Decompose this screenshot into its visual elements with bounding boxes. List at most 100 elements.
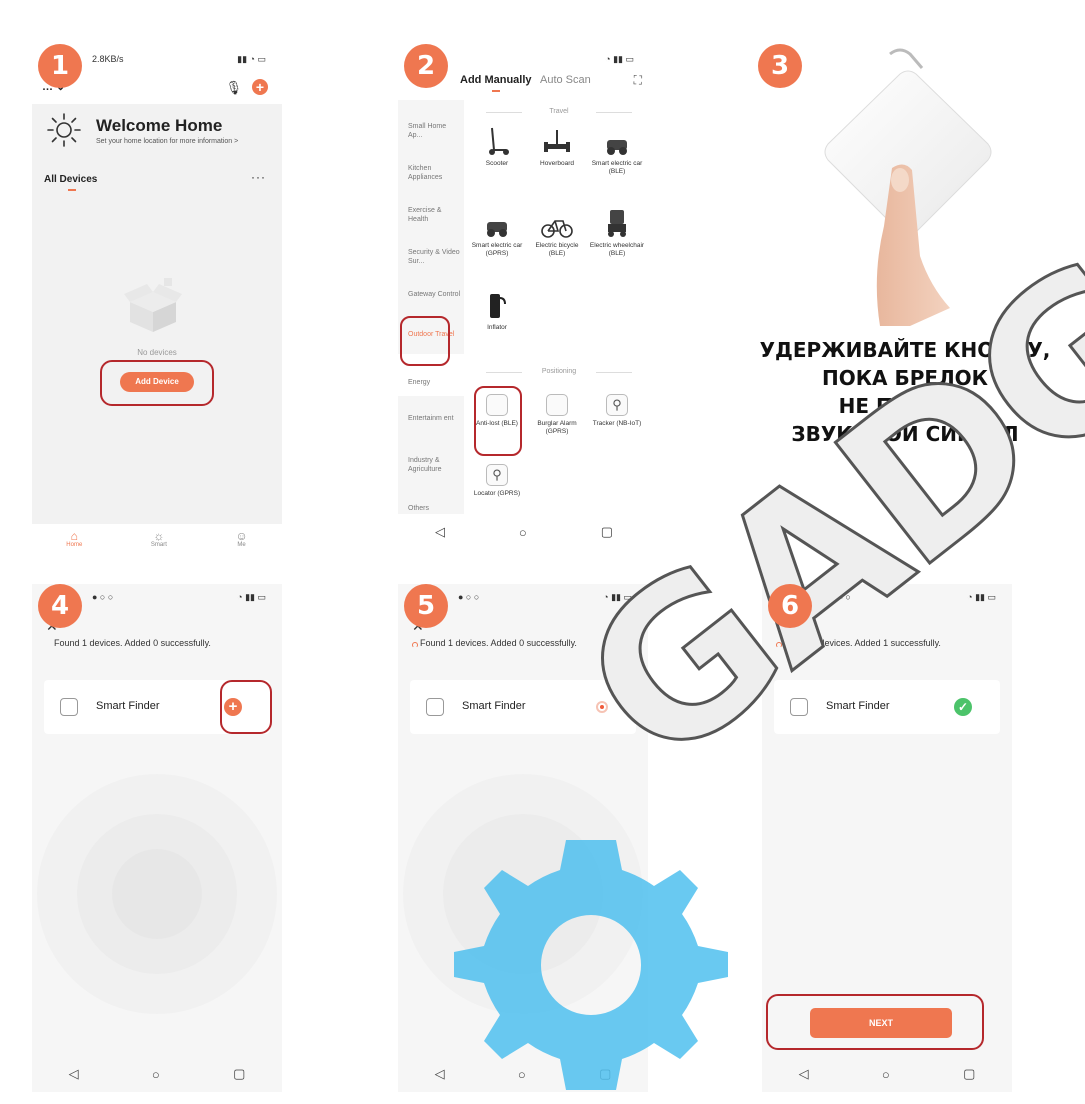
- device-electric-bicycle[interactable]: Electric bicycle (BLE): [528, 204, 586, 257]
- tab-auto-scan[interactable]: Auto Scan: [540, 74, 591, 86]
- tag-icon: [546, 394, 568, 416]
- bicycle-icon: [541, 220, 573, 238]
- tracker-device-image: [824, 48, 992, 326]
- category-item[interactable]: Security & Video Sur...: [408, 248, 462, 266]
- category-item[interactable]: Energy: [408, 378, 462, 387]
- home-nav-icon[interactable]: ○: [519, 525, 527, 540]
- scan-status-text: Found 1 devices. Added 1 successfully.: [784, 638, 941, 648]
- device-name: Smart Finder: [462, 700, 526, 712]
- pending-icon: [596, 701, 608, 713]
- screen-device-added: ● ○ ≈ ○ ◔ ▮▮ ▭ Found 1 devices. Added 1 s…: [762, 584, 1012, 1092]
- back-icon[interactable]: ◁: [799, 1066, 809, 1082]
- back-icon[interactable]: ◁: [69, 1066, 79, 1082]
- screen-home: 2.8KB/s ▮▮ ◔ ▭ … ⌄ 🎙 + Welcome Home Set …: [32, 46, 282, 554]
- system-nav-bar: ◁ ○ ▢: [32, 1056, 282, 1092]
- category-sidebar: Small Home Ap... Kitchen Appliances Exer…: [398, 100, 464, 514]
- loading-spinner-icon: [776, 642, 782, 648]
- device-tracker[interactable]: ⚲ Tracker (NB-IoT): [588, 382, 646, 428]
- tag-icon: [426, 698, 444, 716]
- device-hoverboard[interactable]: Hoverboard: [528, 122, 586, 168]
- category-item[interactable]: Industry & Agriculture: [408, 456, 462, 474]
- signal-icon: ◔ ▮▮ ▭: [237, 591, 266, 602]
- category-item[interactable]: Exercise & Health: [408, 206, 462, 224]
- car-icon: [607, 140, 627, 155]
- sun-icon: [47, 113, 81, 147]
- scooter-icon: [489, 127, 509, 155]
- sun-icon: ☼: [153, 529, 165, 543]
- scan-ripple: [112, 849, 202, 939]
- category-item[interactable]: Small Home Ap...: [408, 122, 462, 140]
- tab-me[interactable]: ☺ Me: [235, 530, 247, 548]
- category-item[interactable]: Gateway Control: [408, 290, 462, 299]
- gear-watermark-icon: [454, 840, 728, 1090]
- home-nav-icon[interactable]: ○: [882, 1067, 890, 1082]
- signal-icon: ◔ ▮▮ ▭: [603, 591, 632, 602]
- device-electric-wheelchair[interactable]: Electric wheelchair (BLE): [588, 204, 646, 257]
- network-speed: 2.8KB/s: [92, 54, 124, 64]
- step-badge: 3: [758, 44, 802, 88]
- recents-icon[interactable]: ▢: [963, 1066, 975, 1082]
- category-item[interactable]: Others: [408, 504, 462, 513]
- inflator-icon: [490, 294, 506, 318]
- tag-icon: [60, 698, 78, 716]
- screen-found-device: ● ○ ○◔ ▮▮ ▭ ✕ Found 1 devices. Added 0 s…: [32, 584, 282, 1092]
- device-burglar-alarm[interactable]: Burglar Alarm (GPRS): [528, 382, 586, 435]
- category-item[interactable]: Entertainm ent: [408, 414, 462, 423]
- device-inflator[interactable]: Inflator: [468, 286, 526, 332]
- device-smart-electric-car-ble[interactable]: Smart electric car (BLE): [588, 122, 646, 175]
- highlight-frame: [220, 680, 272, 734]
- empty-state-text: No devices: [137, 348, 177, 357]
- car-icon: [487, 222, 507, 237]
- check-icon: ✓: [954, 698, 972, 716]
- tab-add-manually[interactable]: Add Manually: [460, 74, 532, 86]
- device-locator[interactable]: ⚲ Locator (GPRS): [468, 452, 526, 498]
- step-badge: 1: [38, 44, 82, 88]
- home-location-link[interactable]: Set your home location for more informat…: [96, 138, 238, 145]
- location-pin-icon: ⚲: [606, 394, 628, 416]
- section-positioning: Positioning: [476, 368, 642, 375]
- system-nav-bar: ◁ ○ ▢: [762, 1056, 1012, 1092]
- tag-icon: [790, 698, 808, 716]
- scan-status-text: Found 1 devices. Added 0 successfully.: [54, 638, 211, 648]
- recents-icon[interactable]: ▢: [233, 1066, 245, 1082]
- system-nav-bar: ◁ ○ ▢: [398, 514, 650, 550]
- home-nav-icon[interactable]: ○: [152, 1067, 160, 1082]
- recents-icon[interactable]: ▢: [601, 524, 613, 540]
- device-scooter[interactable]: Scooter: [468, 122, 526, 168]
- home-icon: ⌂: [70, 529, 78, 543]
- signal-icon: ◔ ▮▮ ▭: [967, 591, 996, 602]
- back-icon[interactable]: ◁: [435, 524, 445, 540]
- highlight-frame: [400, 316, 450, 366]
- device-smart-electric-car-gprs[interactable]: Smart electric car (GPRS): [468, 204, 526, 257]
- location-pin-icon: ⚲: [486, 464, 508, 486]
- tab-all-devices[interactable]: All Devices: [44, 174, 97, 185]
- section-travel: Travel: [476, 108, 642, 115]
- add-icon[interactable]: +: [252, 79, 268, 95]
- signal-icon: ▮▮ ◔ ▭: [237, 53, 266, 64]
- empty-box-icon: [124, 278, 182, 332]
- tab-home[interactable]: ⌂ Home: [66, 530, 82, 548]
- bottom-tab-bar: ⌂ Home ☼ Smart ☺ Me: [32, 524, 282, 554]
- highlight-frame: [474, 386, 522, 456]
- scan-icon[interactable]: ⛶: [634, 73, 642, 88]
- welcome-title: Welcome Home: [96, 116, 223, 135]
- device-card[interactable]: Smart Finder: [410, 680, 636, 734]
- step-badge: 4: [38, 584, 82, 628]
- microphone-icon[interactable]: 🎙: [225, 80, 242, 96]
- instruction-text: УДЕРЖИВАЙТЕ КНОПКУ, ПОКА БРЕЛОК НЕ ПОДАС…: [759, 338, 1051, 446]
- step-badge: 5: [404, 584, 448, 628]
- signal-icon: ◔ ▮▮ ▭: [605, 53, 634, 64]
- instruction-panel: УДЕРЖИВАЙТЕ КНОПКУ, ПОКА БРЕЛОК НЕ ПОДАС…: [740, 46, 1070, 506]
- screen-add-device: ◔ ▮▮ ▭ Add Manually Auto Scan ⛶ Small Ho…: [398, 46, 650, 550]
- tab-indicator: [68, 189, 76, 191]
- more-icon[interactable]: ···: [251, 170, 266, 184]
- highlight-frame: [766, 994, 984, 1050]
- hoverboard-icon: [544, 130, 570, 152]
- step-badge: 2: [404, 44, 448, 88]
- category-item[interactable]: Kitchen Appliances: [408, 164, 462, 182]
- tab-indicator: [492, 90, 500, 92]
- tab-smart[interactable]: ☼ Smart: [151, 530, 167, 548]
- device-name: Smart Finder: [826, 700, 890, 712]
- device-card[interactable]: Smart Finder ✓: [774, 680, 1000, 734]
- step-badge: 6: [768, 584, 812, 628]
